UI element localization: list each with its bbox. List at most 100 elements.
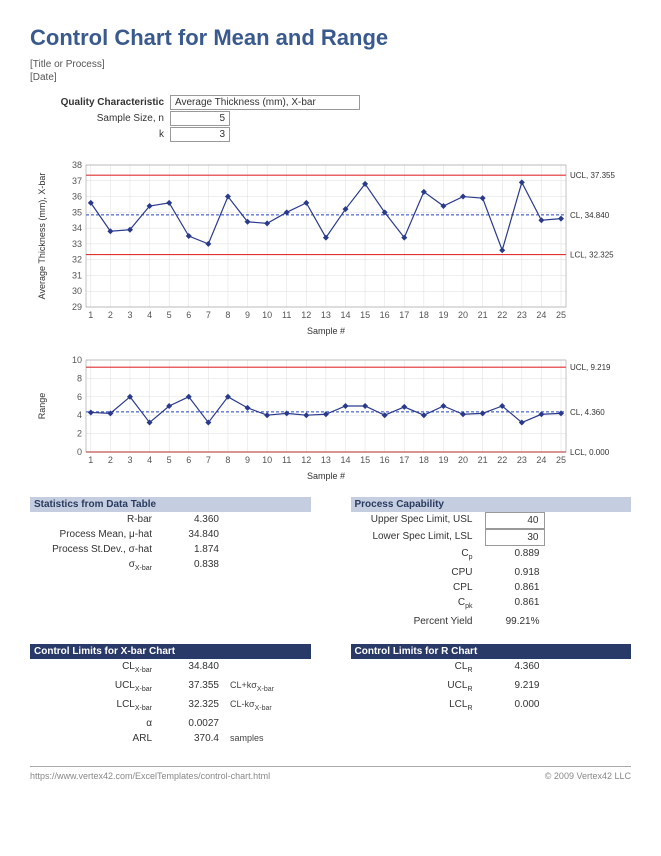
svg-text:3: 3 <box>127 310 132 320</box>
stat-value: 0.918 <box>485 565 545 580</box>
stat-row: Upper Spec Limit, USL40 <box>351 512 632 529</box>
footer-copyright: © 2009 Vertex42 LLC <box>545 771 631 781</box>
svg-text:3: 3 <box>127 455 132 465</box>
stat-row: ARL370.4samples <box>30 731 311 746</box>
svg-text:6: 6 <box>186 310 191 320</box>
stat-row: LCLR0.000 <box>351 697 632 716</box>
svg-text:8: 8 <box>225 455 230 465</box>
stat-value: 370.4 <box>164 731 224 746</box>
svg-text:8: 8 <box>225 310 230 320</box>
svg-text:20: 20 <box>458 310 468 320</box>
svg-text:UCL, 37.355: UCL, 37.355 <box>570 171 615 180</box>
svg-text:20: 20 <box>458 455 468 465</box>
sample-size-label: Sample Size, n <box>40 113 170 124</box>
svg-text:4: 4 <box>76 410 81 420</box>
svg-text:Sample #: Sample # <box>306 471 344 481</box>
limits-r-section: Control Limits for R Chart CLR4.360UCLR9… <box>351 644 632 746</box>
svg-text:23: 23 <box>516 310 526 320</box>
stat-label: Percent Yield <box>355 614 485 629</box>
footer: https://www.vertex42.com/ExcelTemplates/… <box>30 766 631 781</box>
stat-value: 1.874 <box>164 542 224 557</box>
stat-label: α <box>34 716 164 731</box>
subtitle-date: [Date] <box>30 72 631 83</box>
svg-text:29: 29 <box>71 302 81 312</box>
svg-text:LCL, 32.325: LCL, 32.325 <box>570 251 614 260</box>
stat-row: α0.0027 <box>30 716 311 731</box>
stat-row: UCLX-bar37.355CL+kσX-bar <box>30 678 311 697</box>
stats-section: Statistics from Data Table R-bar4.360Pro… <box>30 497 311 629</box>
stat-row: Lower Spec Limit, LSL30 <box>351 529 632 546</box>
svg-text:24: 24 <box>536 310 546 320</box>
svg-text:4: 4 <box>147 310 152 320</box>
stat-value: 99.21% <box>485 614 545 629</box>
limits-xbar-header: Control Limits for X-bar Chart <box>30 644 311 659</box>
capability-section: Process Capability Upper Spec Limit, USL… <box>351 497 632 629</box>
stat-row: Cpk0.861 <box>351 595 632 614</box>
stat-label: Process Mean, μ-hat <box>34 527 164 542</box>
stat-label: LCLX-bar <box>34 697 164 716</box>
svg-text:2: 2 <box>107 310 112 320</box>
svg-text:24: 24 <box>536 455 546 465</box>
svg-text:9: 9 <box>245 455 250 465</box>
svg-text:23: 23 <box>516 455 526 465</box>
svg-text:33: 33 <box>71 239 81 249</box>
svg-text:31: 31 <box>71 270 81 280</box>
qc-value[interactable]: Average Thickness (mm), X-bar <box>170 95 360 110</box>
svg-text:CL, 34.840: CL, 34.840 <box>570 211 610 220</box>
stat-row: UCLR9.219 <box>351 678 632 697</box>
svg-text:13: 13 <box>320 310 330 320</box>
svg-text:7: 7 <box>205 310 210 320</box>
stat-row: R-bar4.360 <box>30 512 311 527</box>
svg-text:38: 38 <box>71 160 81 170</box>
svg-text:5: 5 <box>166 455 171 465</box>
stat-row: LCLX-bar32.325CL-kσX-bar <box>30 697 311 716</box>
stat-value: 0.889 <box>485 546 545 565</box>
svg-text:6: 6 <box>76 392 81 402</box>
stat-label: CPU <box>355 565 485 580</box>
stat-label: σX-bar <box>34 557 164 576</box>
stat-value: 9.219 <box>485 678 545 697</box>
stat-label: CLX-bar <box>34 659 164 678</box>
stat-label: Lower Spec Limit, LSL <box>355 529 485 546</box>
k-value[interactable]: 3 <box>170 127 230 142</box>
svg-text:7: 7 <box>205 455 210 465</box>
stat-value: 34.840 <box>164 659 224 678</box>
svg-text:LCL, 0.000: LCL, 0.000 <box>570 448 610 457</box>
stat-extra: samples <box>224 731 264 746</box>
stat-value[interactable]: 30 <box>485 529 545 546</box>
svg-text:30: 30 <box>71 286 81 296</box>
stat-row: Process St.Dev., σ-hat1.874 <box>30 542 311 557</box>
stat-value[interactable]: 40 <box>485 512 545 529</box>
svg-text:14: 14 <box>340 310 350 320</box>
stat-value: 0.0027 <box>164 716 224 731</box>
svg-text:36: 36 <box>71 192 81 202</box>
svg-text:11: 11 <box>282 455 291 465</box>
stat-label: CLR <box>355 659 485 678</box>
sample-size-value[interactable]: 5 <box>170 111 230 126</box>
svg-text:19: 19 <box>438 455 448 465</box>
svg-text:2: 2 <box>107 455 112 465</box>
svg-text:1: 1 <box>88 310 93 320</box>
svg-text:2: 2 <box>76 429 81 439</box>
stat-value: 34.840 <box>164 527 224 542</box>
limits-xbar-section: Control Limits for X-bar Chart CLX-bar34… <box>30 644 311 746</box>
stat-label: UCLR <box>355 678 485 697</box>
stat-label: ARL <box>34 731 164 746</box>
svg-text:11: 11 <box>282 310 291 320</box>
k-label: k <box>40 129 170 140</box>
stat-label: LCLR <box>355 697 485 716</box>
svg-text:16: 16 <box>379 455 389 465</box>
svg-text:32: 32 <box>71 255 81 265</box>
svg-text:UCL, 9.219: UCL, 9.219 <box>570 363 611 372</box>
stat-row: CLX-bar34.840 <box>30 659 311 678</box>
svg-text:15: 15 <box>360 310 370 320</box>
stat-row: σX-bar0.838 <box>30 557 311 576</box>
svg-text:17: 17 <box>399 455 409 465</box>
svg-text:5: 5 <box>166 310 171 320</box>
stat-value: 4.360 <box>485 659 545 678</box>
quality-characteristic-block: Quality Characteristic Average Thickness… <box>40 95 631 142</box>
svg-text:10: 10 <box>262 455 272 465</box>
footer-url: https://www.vertex42.com/ExcelTemplates/… <box>30 771 270 781</box>
svg-text:6: 6 <box>186 455 191 465</box>
svg-text:14: 14 <box>340 455 350 465</box>
